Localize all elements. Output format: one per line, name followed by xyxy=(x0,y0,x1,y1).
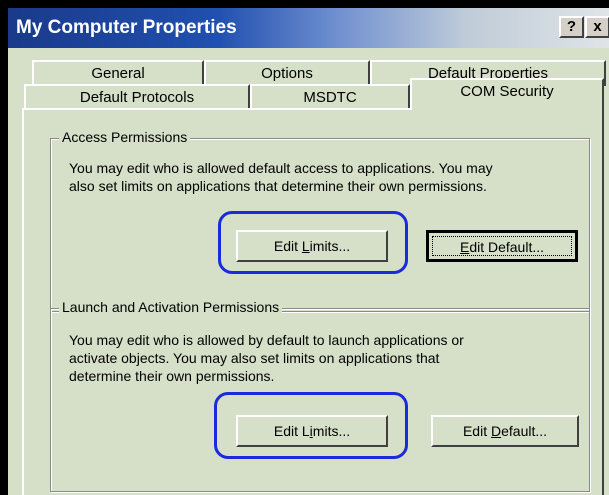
description-line: also set limits on applications that det… xyxy=(69,178,487,194)
button-label-part: Edit xyxy=(462,423,491,439)
tab-label: General xyxy=(91,65,145,82)
button-accelerator: D xyxy=(490,423,502,439)
launch-activation-description: You may edit who is allowed by default t… xyxy=(69,331,464,385)
tab-label: COM Security xyxy=(460,83,554,100)
help-button[interactable]: ? xyxy=(559,16,584,38)
tab-com-security[interactable]: COM Security xyxy=(410,78,604,110)
close-button[interactable]: x xyxy=(585,16,609,38)
description-line: You may edit who is allowed default acce… xyxy=(69,160,493,176)
title-bar[interactable]: My Computer Properties ? x xyxy=(8,8,609,48)
properties-dialog: My Computer Properties ? x General Optio… xyxy=(8,8,609,495)
launch-activation-legend: Launch and Activation Permissions xyxy=(59,299,283,315)
help-icon: ? xyxy=(566,18,577,35)
focus-rectangle xyxy=(432,236,572,256)
window-title: My Computer Properties xyxy=(16,17,237,38)
annotation-highlight-access-edit-limits xyxy=(218,211,408,274)
tab-default-protocols[interactable]: Default Protocols xyxy=(24,84,250,110)
tab-label: Default Protocols xyxy=(79,89,195,106)
screen-border-top xyxy=(0,0,609,8)
close-icon: x xyxy=(593,18,602,35)
tab-msdtc[interactable]: MSDTC xyxy=(250,84,410,110)
tab-label: MSDTC xyxy=(303,89,357,106)
annotation-highlight-launch-edit-limits xyxy=(214,392,408,459)
launch-edit-default-button[interactable]: Edit Default... xyxy=(431,415,579,447)
tab-label: Options xyxy=(261,65,313,82)
description-line: activate objects. You may also set limit… xyxy=(69,350,440,366)
tab-options[interactable]: Options xyxy=(204,60,370,86)
description-line: You may edit who is allowed by default t… xyxy=(69,332,464,348)
access-edit-default-button[interactable]: Edit Default... xyxy=(426,230,578,262)
tab-general[interactable]: General xyxy=(32,60,204,86)
description-line: determine their own permissions. xyxy=(69,368,275,384)
screen-border-left xyxy=(0,0,8,495)
access-permissions-description: You may edit who is allowed default acce… xyxy=(69,159,493,195)
button-label-part: efault... xyxy=(501,423,548,439)
access-permissions-legend: Access Permissions xyxy=(59,129,191,145)
